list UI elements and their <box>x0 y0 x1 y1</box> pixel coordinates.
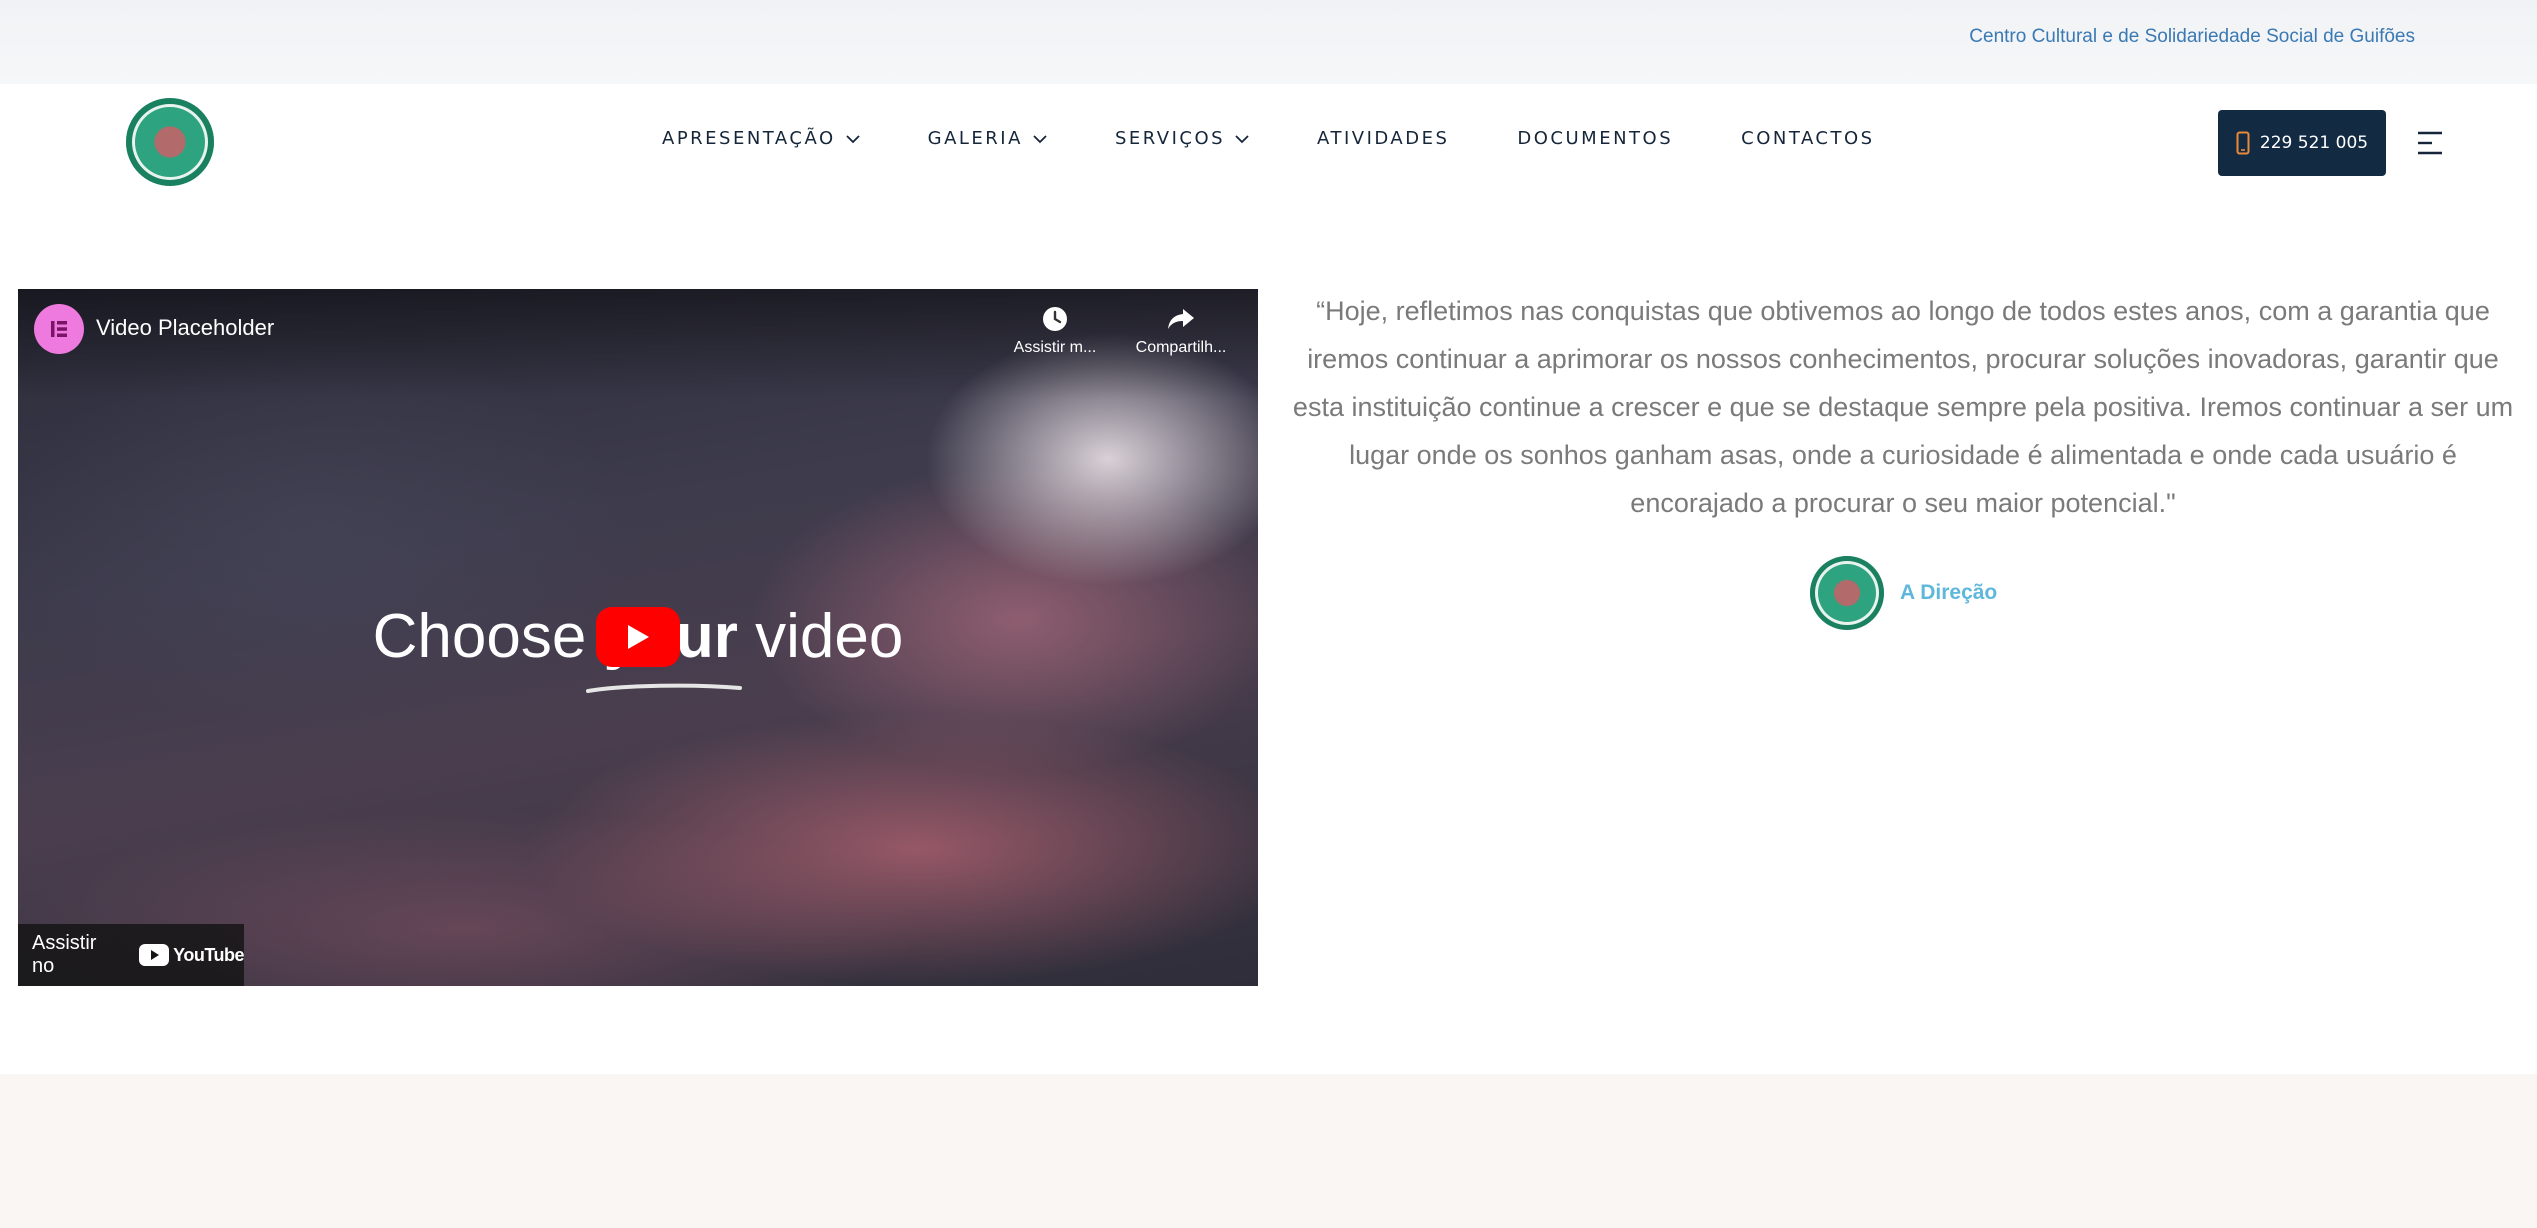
testimonial-quote: “Hoje, refletimos nas conquistas que obt… <box>1292 296 2514 518</box>
institution-logo[interactable] <box>126 98 214 186</box>
main-nav: APRESENTAÇÃO GALERIA SERVIÇOS ATIVIDADES… <box>662 128 1943 149</box>
chevron-down-icon <box>1033 134 1047 143</box>
video-title[interactable]: Video Placeholder <box>96 315 274 341</box>
video-embed[interactable]: Video Placeholder Assistir m... Comparti… <box>18 289 1258 986</box>
author-avatar <box>1810 556 1884 630</box>
mobile-phone-icon <box>2236 131 2250 155</box>
hamburger-menu-icon[interactable] <box>2416 130 2444 156</box>
author-name: A Direção <box>1900 581 1998 604</box>
phone-number: 229 521 005 <box>2259 133 2369 153</box>
elementor-logo-icon[interactable] <box>34 304 84 354</box>
chevron-down-icon <box>846 134 860 143</box>
youtube-icon <box>139 944 170 966</box>
clock-icon <box>1043 307 1067 331</box>
nav-galeria[interactable]: GALERIA <box>928 128 1047 149</box>
nav-atividades[interactable]: ATIVIDADES <box>1317 128 1449 149</box>
site-header: APRESENTAÇÃO GALERIA SERVIÇOS ATIVIDADES… <box>0 84 2537 204</box>
brush-underline <box>586 683 742 693</box>
watch-on-youtube-button[interactable]: Assistir no YouTube <box>18 924 244 986</box>
chevron-down-icon <box>1235 134 1249 143</box>
nav-apresentacao[interactable]: APRESENTAÇÃO <box>662 128 860 149</box>
watch-later-button[interactable]: Assistir m... <box>1000 305 1110 357</box>
play-icon <box>628 625 649 649</box>
testimonial-author: A Direção <box>1810 556 1997 630</box>
top-info-bar: Centro Cultural e de Solidariedade Socia… <box>0 0 2537 84</box>
share-button[interactable]: Compartilh... <box>1126 305 1236 357</box>
phone-button[interactable]: 229 521 005 <box>2218 110 2386 176</box>
play-button[interactable] <box>596 607 680 667</box>
org-name-link[interactable]: Centro Cultural e de Solidariedade Socia… <box>1969 26 2415 48</box>
youtube-logo: YouTube <box>139 944 244 966</box>
nav-servicos[interactable]: SERVIÇOS <box>1115 128 1249 149</box>
nav-contactos[interactable]: CONTACTOS <box>1741 128 1874 149</box>
share-icon <box>1168 309 1194 329</box>
next-section-band <box>0 1074 2537 1228</box>
nav-documentos[interactable]: DOCUMENTOS <box>1517 128 1673 149</box>
